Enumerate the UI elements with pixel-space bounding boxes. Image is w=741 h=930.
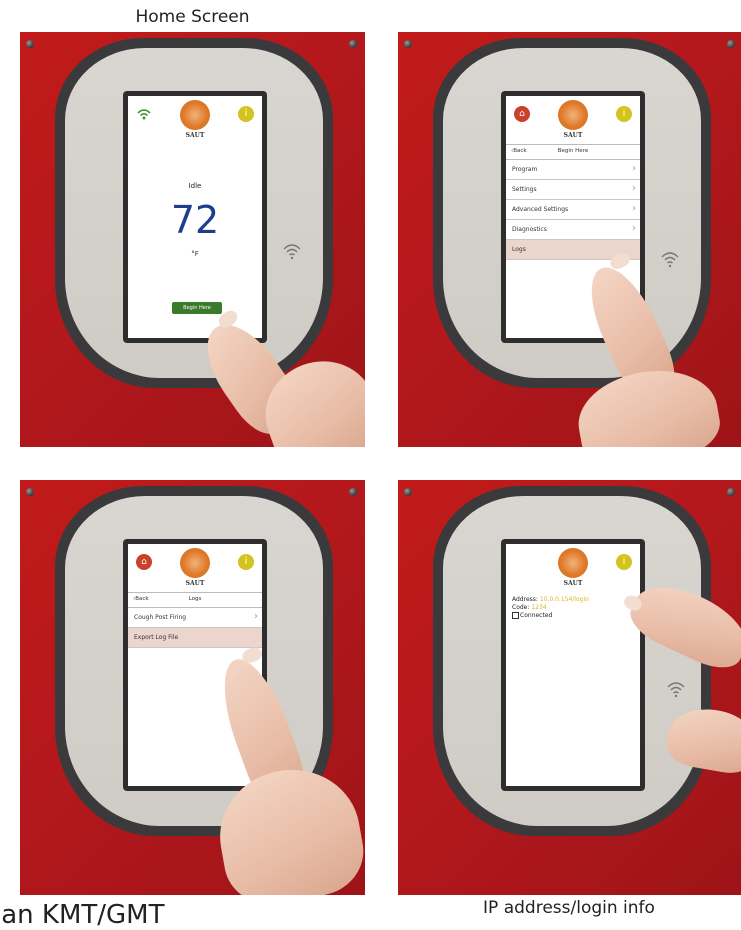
panel-home-screen: SAUT i Idle 72 °F Begin Here bbox=[20, 32, 365, 447]
thermostat-screen: SAUT i Address: 10.0.0.154/login Code: 1… bbox=[506, 544, 640, 786]
begin-here-button[interactable]: Begin Here bbox=[172, 302, 222, 314]
login-code-value: 1234 bbox=[531, 604, 547, 611]
info-icon[interactable]: i bbox=[238, 554, 254, 570]
panel-logs-menu: ⌂ SAUT i ‹Back Logs Cough Post Firing › E… bbox=[20, 480, 365, 895]
info-icon[interactable]: i bbox=[616, 106, 632, 122]
panel-ip-address-info: SAUT i Address: 10.0.0.154/login Code: 1… bbox=[398, 480, 741, 895]
panel-begin-here-menu: ⌂ SAUT i ‹Back Begin Here Program › Setti… bbox=[398, 32, 741, 447]
screen-header: SAUT i bbox=[506, 544, 640, 592]
nav-bar: ‹Back Begin Here bbox=[506, 144, 640, 160]
logo-icon bbox=[180, 100, 210, 130]
screw bbox=[404, 40, 412, 48]
screen-header: ⌂ SAUT i bbox=[128, 544, 262, 592]
info-icon[interactable]: i bbox=[616, 554, 632, 570]
nav-bar: ‹Back Logs bbox=[128, 592, 262, 608]
chevron-right-icon: › bbox=[632, 203, 636, 214]
thermostat-screen: SAUT i Idle 72 °F Begin Here bbox=[128, 96, 262, 338]
menu-item-cough-post-firing[interactable]: Cough Post Firing › bbox=[128, 608, 262, 628]
wifi-icon bbox=[660, 250, 680, 268]
screw bbox=[349, 40, 357, 48]
menu-item-settings[interactable]: Settings › bbox=[506, 180, 640, 200]
home-icon[interactable]: ⌂ bbox=[514, 106, 530, 122]
brand-name: SAUT bbox=[563, 580, 583, 587]
screw bbox=[26, 488, 34, 496]
screw bbox=[727, 40, 735, 48]
caption-ip-address: IP address/login info bbox=[483, 898, 655, 918]
ip-address-value: 10.0.0.154/login bbox=[539, 596, 589, 603]
wifi-icon bbox=[666, 680, 686, 698]
menu-item-program[interactable]: Program › bbox=[506, 160, 640, 180]
menu-item-advanced-settings[interactable]: Advanced Settings › bbox=[506, 200, 640, 220]
caption-bottom-left: lan KMT/GMT bbox=[0, 900, 165, 930]
caption-home-screen: Home Screen bbox=[135, 7, 250, 27]
menu-item-export-log-file[interactable]: Export Log File bbox=[128, 628, 262, 648]
screen-header: ⌂ SAUT i bbox=[506, 96, 640, 144]
screw bbox=[349, 488, 357, 496]
connection-info: Address: 10.0.0.154/login Code: 1234 Con… bbox=[512, 596, 589, 619]
temperature-unit: °F bbox=[191, 250, 199, 258]
screw bbox=[404, 488, 412, 496]
screw bbox=[26, 40, 34, 48]
status-text: Idle bbox=[188, 182, 202, 190]
screw bbox=[727, 488, 735, 496]
brand-name: SAUT bbox=[185, 580, 205, 587]
home-icon[interactable]: ⌂ bbox=[136, 554, 152, 570]
chevron-right-icon: › bbox=[632, 163, 636, 174]
logo-icon bbox=[558, 100, 588, 130]
chevron-right-icon: › bbox=[632, 223, 636, 234]
screen-header: SAUT i bbox=[128, 96, 262, 144]
chevron-right-icon: › bbox=[254, 611, 258, 622]
temperature-readout: 72 bbox=[170, 198, 220, 242]
menu-item-diagnostics[interactable]: Diagnostics › bbox=[506, 220, 640, 240]
connected-checkbox[interactable] bbox=[512, 612, 519, 619]
screen-title: Begin Here bbox=[557, 148, 589, 154]
logo-icon bbox=[558, 548, 588, 578]
brand-name: SAUT bbox=[563, 132, 583, 139]
info-icon[interactable]: i bbox=[238, 106, 254, 122]
screen-title: Logs bbox=[188, 596, 202, 602]
brand-name: SAUT bbox=[185, 132, 205, 139]
wifi-icon bbox=[136, 106, 152, 122]
wifi-icon bbox=[282, 242, 302, 260]
logo-icon bbox=[180, 548, 210, 578]
chevron-right-icon: › bbox=[632, 183, 636, 194]
